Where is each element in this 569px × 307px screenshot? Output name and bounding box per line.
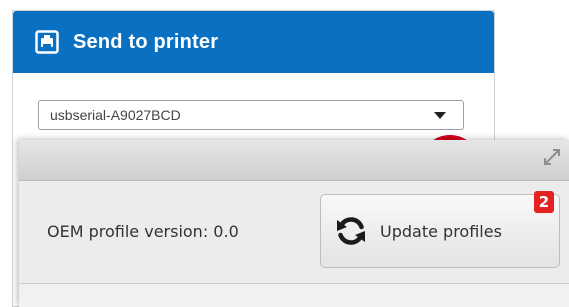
dialog-body: OEM profile version: 0.0 Update profiles… xyxy=(19,181,569,284)
printer-icon xyxy=(35,30,59,54)
dialog-footer xyxy=(19,284,569,307)
printer-select[interactable]: usbserial-A9027BCD xyxy=(38,100,464,130)
dialog-titlebar xyxy=(19,140,569,181)
refresh-icon xyxy=(334,214,368,248)
update-profiles-label: Update profiles xyxy=(380,221,502,241)
panel-header: Send to printer xyxy=(13,11,494,73)
oem-profile-version-label: OEM profile version: 0.0 xyxy=(47,222,239,241)
panel-title: Send to printer xyxy=(73,30,219,53)
printer-select-value: usbserial-A9027BCD xyxy=(50,107,181,123)
update-count-badge: 2 xyxy=(534,191,554,213)
update-profiles-button[interactable]: Update profiles 2 xyxy=(320,191,560,268)
resize-icon[interactable] xyxy=(543,148,561,166)
profile-update-dialog: OEM profile version: 0.0 Update profiles… xyxy=(19,140,569,307)
chevron-down-icon[interactable] xyxy=(434,111,446,119)
